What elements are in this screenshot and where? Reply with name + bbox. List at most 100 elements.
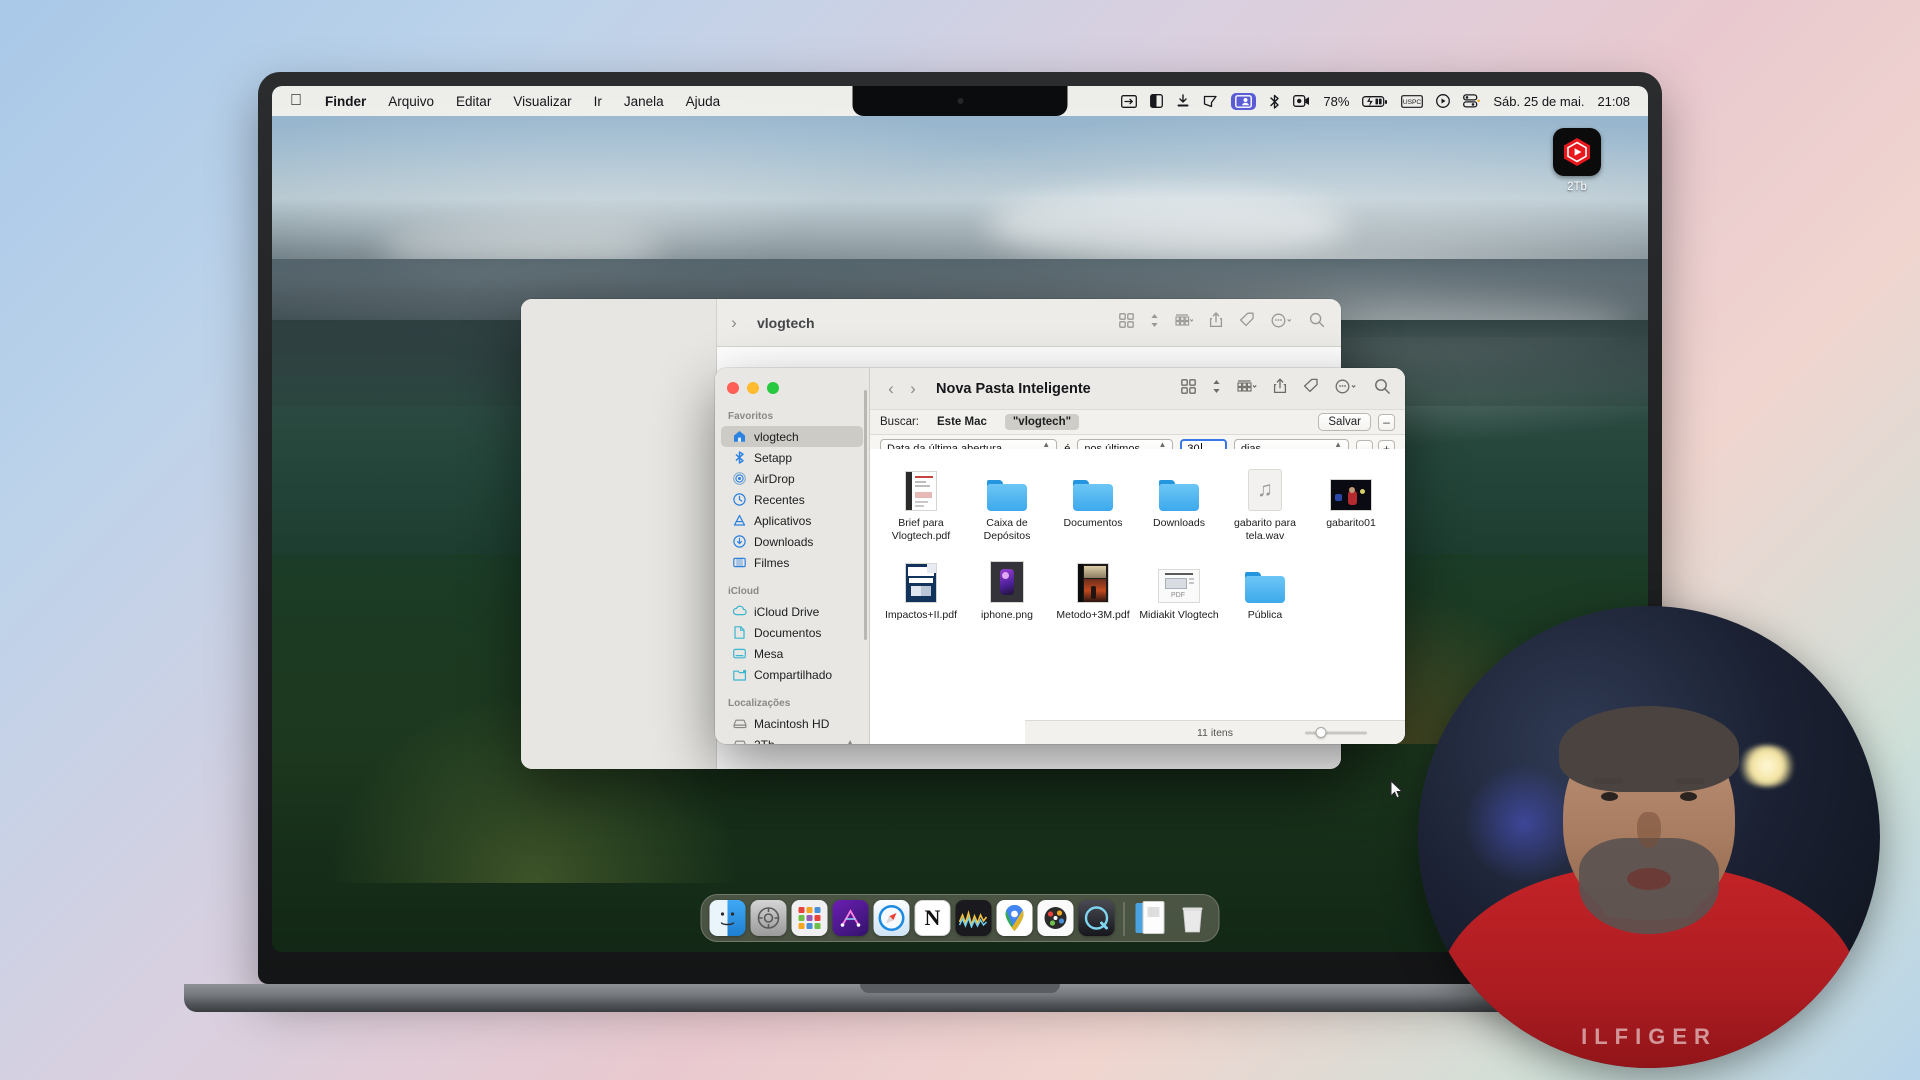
eject-icon[interactable]: ▲ xyxy=(845,738,855,744)
dock-item-google-maps[interactable] xyxy=(996,900,1033,936)
file-item[interactable]: Brief para Vlogtech.pdf xyxy=(878,463,964,543)
screen-sharing-icon[interactable] xyxy=(1231,92,1257,110)
sidebar-item-setapp[interactable]: Setapp xyxy=(721,447,863,468)
svg-text:USPC: USPC xyxy=(1403,99,1422,106)
file-item[interactable]: PDF Midiakit Vlogtech xyxy=(1136,555,1222,622)
file-item[interactable]: Pública xyxy=(1222,555,1308,622)
status-bar: 11 itens xyxy=(1025,720,1405,744)
slider-knob[interactable] xyxy=(1315,727,1326,738)
sidebar-item-icloud-drive[interactable]: iCloud Drive xyxy=(721,601,863,622)
arrange-icon[interactable] xyxy=(1212,379,1221,399)
save-button[interactable]: Salvar xyxy=(1318,413,1371,431)
screen-mirroring-icon[interactable] xyxy=(1121,94,1138,108)
search-icon[interactable] xyxy=(1374,378,1391,400)
grid-view-icon[interactable] xyxy=(1181,378,1196,399)
desktop-icon-2tb[interactable]: 2Tb xyxy=(1540,128,1614,193)
close-button[interactable] xyxy=(727,382,739,394)
battery-charging-icon[interactable] xyxy=(1362,95,1388,108)
background-more-icon[interactable] xyxy=(1271,313,1293,333)
folder-icon xyxy=(964,463,1050,511)
sidebar-scrollbar[interactable] xyxy=(864,390,867,640)
file-item[interactable]: Metodo+3M.pdf xyxy=(1050,555,1136,622)
background-share-icon[interactable] xyxy=(1209,312,1223,333)
background-forward-icon[interactable]: › xyxy=(723,313,745,333)
menu-item-ir[interactable]: Ir xyxy=(583,92,613,111)
menu-item-visualizar[interactable]: Visualizar xyxy=(502,92,582,111)
menubar-date[interactable]: Sáb. 25 de mai. xyxy=(1493,94,1584,109)
menu-item-ajuda[interactable]: Ajuda xyxy=(675,92,732,111)
file-item[interactable]: iphone.png xyxy=(964,555,1050,622)
dock-item-quicktime[interactable] xyxy=(1078,900,1115,936)
list-icon[interactable] xyxy=(1237,379,1257,399)
sidebar-item-documentos[interactable]: Documentos xyxy=(721,622,863,643)
pdf-document-icon: PDF xyxy=(1136,555,1222,604)
forward-icon[interactable]: › xyxy=(902,379,924,399)
file-item[interactable]: Downloads xyxy=(1136,463,1222,543)
file-name: Pública xyxy=(1247,609,1283,622)
bluetooth-icon[interactable] xyxy=(1269,94,1280,109)
desktop-icon-label: 2Tb xyxy=(1567,181,1587,193)
back-icon[interactable]: ‹ xyxy=(880,379,902,399)
dock-item-finder[interactable] xyxy=(709,900,746,936)
dock-item-photos-editor[interactable] xyxy=(1037,900,1074,936)
menubar-time[interactable]: 21:08 xyxy=(1597,94,1630,109)
dock-item-launchpad[interactable] xyxy=(791,900,828,936)
display-contrast-icon[interactable] xyxy=(1150,94,1164,108)
flag-icon[interactable] xyxy=(1203,95,1218,108)
menu-item-editar[interactable]: Editar xyxy=(445,92,502,111)
file-item[interactable]: Caixa de Depósitos xyxy=(964,463,1050,543)
sidebar-item-compartilhado[interactable]: Compartilhado xyxy=(721,664,863,685)
finder-window[interactable]: Favoritos vlogtech Setapp AirDrop Recent… xyxy=(715,368,1405,744)
dock-item-audio-editor[interactable] xyxy=(955,900,992,936)
traffic-lights[interactable] xyxy=(727,382,779,394)
remove-criteria-button[interactable]: – xyxy=(1378,413,1395,431)
movies-icon xyxy=(732,556,747,569)
more-icon[interactable] xyxy=(1335,379,1358,399)
file-item[interactable]: Impactos+II.pdf xyxy=(878,555,964,622)
background-window-sidebar xyxy=(521,299,717,769)
sidebar-item-vlogtech[interactable]: vlogtech xyxy=(721,426,863,447)
download-icon[interactable] xyxy=(1176,94,1190,108)
background-tag-icon[interactable] xyxy=(1239,312,1255,333)
folder-icon xyxy=(1136,463,1222,511)
dock-item-safari[interactable] xyxy=(873,900,910,936)
menu-item-arquivo[interactable]: Arquivo xyxy=(377,92,445,111)
file-item[interactable]: ♫ gabarito para tela.wav xyxy=(1222,463,1308,543)
tag-icon[interactable] xyxy=(1303,378,1319,399)
screen-record-icon[interactable] xyxy=(1293,95,1310,107)
shirt-text: ILFIGER xyxy=(1581,1024,1717,1049)
control-center-icon[interactable] xyxy=(1436,94,1451,108)
file-item[interactable]: Documentos xyxy=(1050,463,1136,543)
background-group-icon[interactable] xyxy=(1175,313,1194,333)
preferences-icon[interactable] xyxy=(1463,94,1481,108)
background-sort-icon[interactable] xyxy=(1150,313,1159,333)
icon-size-slider[interactable] xyxy=(1305,727,1367,738)
dock-item-system-settings[interactable] xyxy=(750,900,787,936)
minimize-button[interactable] xyxy=(747,382,759,394)
background-search-icon[interactable] xyxy=(1309,312,1325,333)
file-item[interactable]: gabarito01 xyxy=(1308,463,1394,543)
menu-item-finder[interactable]: Finder xyxy=(314,92,377,111)
dock-item-notion[interactable]: N xyxy=(914,900,951,936)
mouse-cursor xyxy=(1390,779,1404,805)
scope-este-mac[interactable]: Este Mac xyxy=(929,414,995,430)
maximize-button[interactable] xyxy=(767,382,779,394)
sidebar-item-mesa[interactable]: Mesa xyxy=(721,643,863,664)
sidebar-item-2tb[interactable]: 2Tb ▲ xyxy=(721,734,863,744)
dock-item-vectornator[interactable] xyxy=(832,900,869,936)
background-grid-view-icon[interactable] xyxy=(1119,312,1134,333)
sidebar-item-filmes[interactable]: Filmes xyxy=(721,552,863,573)
sidebar-item-downloads[interactable]: Downloads xyxy=(721,531,863,552)
input-source-icon[interactable]: USPC xyxy=(1401,94,1424,108)
scope-vlogtech[interactable]: "vlogtech" xyxy=(1004,414,1080,430)
sidebar-item-airdrop[interactable]: AirDrop xyxy=(721,468,863,489)
share-icon[interactable] xyxy=(1273,378,1287,399)
sidebar-item-macintosh-hd[interactable]: Macintosh HD xyxy=(721,713,863,734)
dock-item-trash[interactable] xyxy=(1175,900,1211,936)
menu-item-janela[interactable]: Janela xyxy=(613,92,675,111)
dock-item-documents-stack[interactable] xyxy=(1134,900,1170,936)
apple-icon[interactable]:  xyxy=(290,93,302,109)
sidebar-item-aplicativos[interactable]: Aplicativos xyxy=(721,510,863,531)
external-drive-icon xyxy=(1553,128,1601,176)
sidebar-item-recentes[interactable]: Recentes xyxy=(721,489,863,510)
